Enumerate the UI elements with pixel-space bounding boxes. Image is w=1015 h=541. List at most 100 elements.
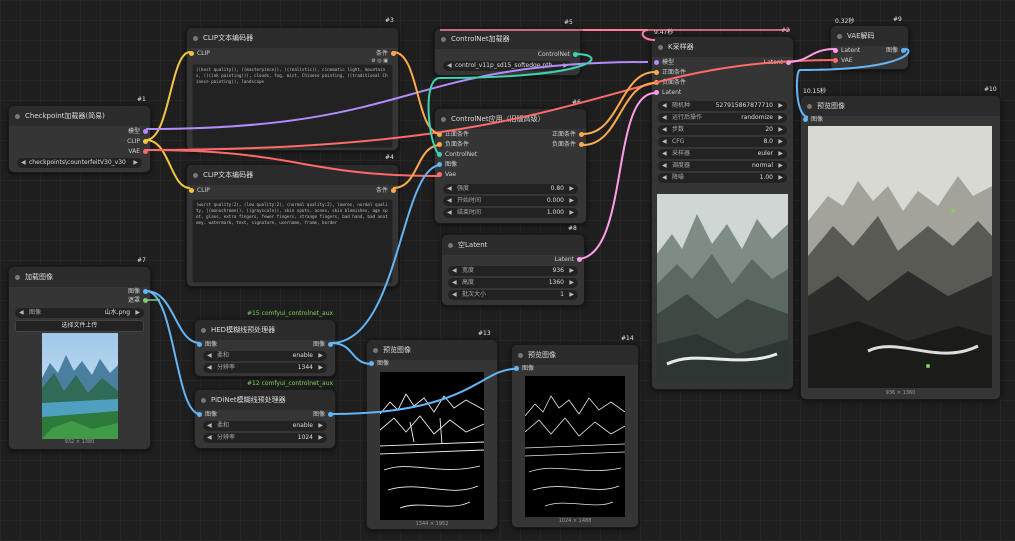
- collapse-dot-icon[interactable]: [441, 37, 446, 42]
- output-positive[interactable]: 正面条件: [552, 131, 584, 139]
- output-model[interactable]: 模型: [128, 128, 148, 136]
- node-title[interactable]: VAE解码: [831, 26, 908, 46]
- width-field[interactable]: ◀ 宽度 936 ▶: [448, 266, 578, 276]
- start-percent-field[interactable]: ◀ 开始时间 0.000 ▶: [443, 196, 578, 206]
- input-latent[interactable]: Latent: [833, 47, 860, 55]
- input-image[interactable]: 图像: [437, 161, 457, 169]
- collapse-dot-icon[interactable]: [807, 104, 812, 109]
- input-controlnet[interactable]: ControlNet: [437, 151, 477, 159]
- end-percent-field[interactable]: ◀ 结束时间 1.000 ▶: [443, 208, 578, 218]
- input-model[interactable]: 模型: [654, 59, 674, 67]
- collapse-dot-icon[interactable]: [441, 117, 446, 122]
- node-title[interactable]: 预览图像: [512, 345, 638, 365]
- strength-field[interactable]: ◀ 强度 0.80 ▶: [443, 184, 578, 194]
- ckpt-name-combo[interactable]: ◀ checkpoints\counterfeitV30_v30 ▶: [17, 158, 142, 168]
- safe-combo[interactable]: ◀ 柔和 enable ▶: [203, 421, 327, 431]
- node-title[interactable]: 空Latent: [442, 235, 584, 255]
- node-title[interactable]: HED模糊线预处理器: [195, 320, 335, 340]
- denoise-field[interactable]: ◀ 降噪 1.00 ▶: [658, 173, 787, 183]
- input-negative[interactable]: 负面条件: [654, 79, 686, 87]
- collapse-dot-icon[interactable]: [15, 114, 20, 119]
- clip-text-encode-negative-node[interactable]: CLIP文本编码器 CLIP 条件 (worst quality:2), (lo…: [186, 164, 399, 287]
- pidinet-edge-map-image[interactable]: [525, 376, 625, 517]
- batch-size-field[interactable]: ◀ 批次大小 1 ▶: [448, 290, 578, 300]
- input-clip[interactable]: CLIP: [189, 50, 210, 58]
- collapse-dot-icon[interactable]: [15, 275, 20, 280]
- node-title[interactable]: K采样器: [652, 37, 793, 57]
- collapse-dot-icon[interactable]: [837, 34, 842, 39]
- output-latent[interactable]: Latent: [764, 59, 791, 67]
- node-title[interactable]: ControlNet加载器: [435, 29, 580, 49]
- preview-image-node-pidinet[interactable]: 预览图像 图像 1024 × 1488: [511, 344, 639, 528]
- node-title[interactable]: 加载图像: [9, 267, 150, 287]
- resolution-field[interactable]: ◀ 分辨率 1024 ▶: [203, 433, 327, 443]
- output-controlnet[interactable]: ControlNet: [538, 51, 578, 59]
- collapse-dot-icon[interactable]: [201, 328, 206, 333]
- output-mask[interactable]: 遮罩: [128, 297, 148, 305]
- source-landscape-image[interactable]: [42, 333, 118, 439]
- controlnet-apply-node[interactable]: ControlNet应用（旧版高级） 正面条件 负面条件 ControlNet …: [434, 108, 587, 224]
- input-image[interactable]: 图像: [514, 365, 534, 373]
- control-after-generate-combo[interactable]: ◀ 运行后操作 randomize ▶: [658, 113, 787, 123]
- prompt-textarea[interactable]: ((best quality)), ((masterpiece)), ((rea…: [192, 64, 393, 148]
- output-negative[interactable]: 负面条件: [552, 141, 584, 149]
- node-title[interactable]: 预览图像: [367, 340, 497, 360]
- node-title[interactable]: ControlNet应用（旧版高级）: [435, 109, 586, 129]
- node-title[interactable]: 预览图像: [801, 96, 1000, 116]
- input-latent[interactable]: Latent: [654, 89, 681, 97]
- output-image[interactable]: 图像: [313, 411, 333, 419]
- node-title[interactable]: Checkpoint加载器(简易): [9, 106, 150, 126]
- output-image[interactable]: 图像: [128, 288, 148, 296]
- collapse-dot-icon[interactable]: [193, 173, 198, 178]
- output-clip[interactable]: CLIP: [127, 138, 148, 146]
- collapse-dot-icon[interactable]: [193, 36, 198, 41]
- ksampler-node[interactable]: K采样器 模型 正面条件 负面条件 Latent Latent ◀ 随机种 5279…: [651, 36, 794, 390]
- input-negative[interactable]: 负面条件: [437, 141, 469, 149]
- checkpoint-loader-node[interactable]: Checkpoint加载器(简易) 模型 CLIP VAE ◀ checkpoin…: [8, 105, 151, 173]
- node-title[interactable]: CLIP文本编码器: [187, 165, 398, 185]
- load-image-node[interactable]: 加载图像 图像 遮罩 ◀ 图像 山水.png ▶ 选择文件上传 932 × 1380: [8, 266, 151, 450]
- upload-button[interactable]: 选择文件上传: [15, 320, 144, 332]
- input-vae[interactable]: VAE: [833, 57, 853, 65]
- controlnet-loader-node[interactable]: ControlNet加载器 ControlNet ◀ control_v11p_s…: [434, 28, 581, 76]
- resolution-field[interactable]: ◀ 分辨率 1344 ▶: [203, 363, 327, 373]
- seed-field[interactable]: ◀ 随机种 527915867877710 ▶: [658, 101, 787, 111]
- input-positive[interactable]: 正面条件: [654, 69, 686, 77]
- output-vae[interactable]: VAE: [128, 148, 148, 156]
- prompt-textarea[interactable]: (worst quality:2), (low quality:2), (nor…: [192, 199, 393, 283]
- node-title[interactable]: PiDiNet模糊线预处理器: [195, 390, 335, 410]
- empty-latent-node[interactable]: 空Latent Latent ◀ 宽度 936 ▶ ◀ 高度 1360 ▶ ◀ 批次大小 1 ▶: [441, 234, 585, 306]
- input-image[interactable]: 图像: [197, 341, 217, 349]
- controlnet-model-combo[interactable]: ◀ control_v11p_sd15_softedge.pth ▶: [443, 61, 572, 71]
- output-conditioning[interactable]: 条件: [376, 187, 396, 195]
- input-image[interactable]: 图像: [369, 360, 389, 368]
- scheduler-combo[interactable]: ◀ 调度器 normal ▶: [658, 161, 787, 171]
- output-image[interactable]: 图像: [886, 47, 906, 55]
- node-graph-canvas[interactable]: #1 Checkpoint加载器(简易) 模型 CLIP VAE ◀ checkp…: [0, 0, 1015, 541]
- input-image[interactable]: 图像: [197, 411, 217, 419]
- pidinet-preprocessor-node[interactable]: PiDiNet模糊线预处理器 图像 图像 ◀ 柔和 enable ▶ ◀ 分辨率 1024…: [194, 389, 336, 449]
- input-image[interactable]: 图像: [803, 116, 823, 124]
- collapse-dot-icon[interactable]: [658, 45, 663, 50]
- height-field[interactable]: ◀ 高度 1360 ▶: [448, 278, 578, 288]
- output-latent[interactable]: Latent: [555, 256, 582, 264]
- steps-field[interactable]: ◀ 步数 20 ▶: [658, 125, 787, 135]
- collapse-dot-icon[interactable]: [373, 348, 378, 353]
- collapse-dot-icon[interactable]: [201, 398, 206, 403]
- image-combo[interactable]: ◀ 图像 山水.png ▶: [15, 308, 144, 318]
- cfg-field[interactable]: ◀ CFG 8.0 ▶: [658, 137, 787, 147]
- hed-preprocessor-node[interactable]: HED模糊线预处理器 图像 图像 ◀ 柔和 enable ▶ ◀ 分辨率 1344 ▶: [194, 319, 336, 377]
- input-positive[interactable]: 正面条件: [437, 131, 469, 139]
- generated-ink-landscape-image[interactable]: [808, 126, 992, 388]
- vae-decode-node[interactable]: VAE解码 Latent VAE 图像: [830, 25, 909, 70]
- output-image[interactable]: 图像: [313, 341, 333, 349]
- hed-edge-map-image[interactable]: [380, 372, 484, 520]
- node-title[interactable]: CLIP文本编码器: [187, 28, 398, 48]
- safe-combo[interactable]: ◀ 柔和 enable ▶: [203, 351, 327, 361]
- clip-text-encode-positive-node[interactable]: CLIP文本编码器 CLIP 条件 ⚙ ◎ ▣ ((best quality))…: [186, 27, 399, 151]
- collapse-dot-icon[interactable]: [448, 243, 453, 248]
- sampler-combo[interactable]: ◀ 采样器 euler ▶: [658, 149, 787, 159]
- preview-image-node-main[interactable]: 预览图像 图像 936 × 1360: [800, 95, 1001, 400]
- preview-image-node-hed[interactable]: 预览图像 图像 1344 × 1952: [366, 339, 498, 530]
- output-conditioning[interactable]: 条件: [376, 50, 396, 58]
